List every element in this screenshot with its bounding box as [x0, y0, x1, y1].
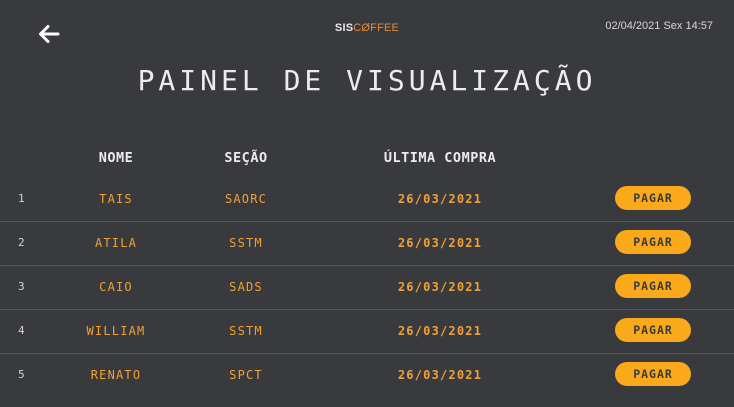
- cell-ultima-compra: 26/03/2021: [397, 280, 483, 294]
- row-number: 2: [18, 236, 25, 249]
- cell-secao: SADS: [229, 280, 263, 294]
- cell-nome: ATILA: [94, 236, 138, 250]
- pay-button[interactable]: PAGAR: [615, 186, 691, 210]
- cell-ultima-compra: 26/03/2021: [397, 368, 483, 382]
- row-number: 1: [18, 192, 25, 205]
- cell-secao: SAORC: [224, 192, 268, 206]
- cell-ultima-compra: 26/03/2021: [397, 236, 483, 250]
- brand-sis: SIS: [334, 22, 354, 34]
- table-body: 1 TAIS SAORC 26/03/2021 PAGAR 2 ATILA SSTM 26/03…: [0, 178, 734, 398]
- pay-button[interactable]: PAGAR: [615, 274, 691, 298]
- cell-ultima-compra: 26/03/2021: [397, 192, 483, 206]
- pay-button[interactable]: PAGAR: [615, 230, 691, 254]
- table-row: 5 RENATO SPCT 26/03/2021 PAGAR: [0, 354, 734, 398]
- column-header-secao: SEÇÃO: [224, 150, 268, 166]
- row-number: 5: [18, 368, 25, 381]
- datetime-display: 02/04/2021 Sex 14:57: [605, 20, 713, 32]
- row-number: 4: [18, 324, 25, 337]
- pay-button[interactable]: PAGAR: [615, 318, 691, 342]
- cell-nome: RENATO: [90, 368, 142, 382]
- cell-nome: TAIS: [99, 192, 133, 206]
- table-row: 4 WILLIAM SSTM 26/03/2021 PAGAR: [0, 310, 734, 354]
- table-row: 2 ATILA SSTM 26/03/2021 PAGAR: [0, 222, 734, 266]
- table-row: 1 TAIS SAORC 26/03/2021 PAGAR: [0, 178, 734, 222]
- page-title: PAINEL DE VISUALIZAÇÃO: [137, 64, 597, 97]
- cell-secao: SSTM: [229, 324, 263, 338]
- top-bar: SISCØFFEE 02/04/2021 Sex 14:57: [0, 0, 734, 60]
- cell-nome: WILLIAM: [86, 324, 146, 338]
- cell-nome: CAIO: [99, 280, 133, 294]
- row-number: 3: [18, 280, 25, 293]
- column-header-ultima-compra: ÚLTIMA COMPRA: [383, 150, 497, 166]
- table-header: NOME SEÇÃO ÚLTIMA COMPRA: [0, 142, 734, 178]
- table-row: 3 CAIO SADS 26/03/2021 PAGAR: [0, 266, 734, 310]
- cell-ultima-compra: 26/03/2021: [397, 324, 483, 338]
- pay-button[interactable]: PAGAR: [615, 362, 691, 386]
- cell-secao: SPCT: [229, 368, 263, 382]
- purchases-table: NOME SEÇÃO ÚLTIMA COMPRA 1 TAIS SAORC 26/03…: [0, 142, 734, 398]
- brand-coffee: CØFFEE: [353, 22, 400, 34]
- cell-secao: SSTM: [229, 236, 263, 250]
- column-header-nome: NOME: [98, 150, 134, 166]
